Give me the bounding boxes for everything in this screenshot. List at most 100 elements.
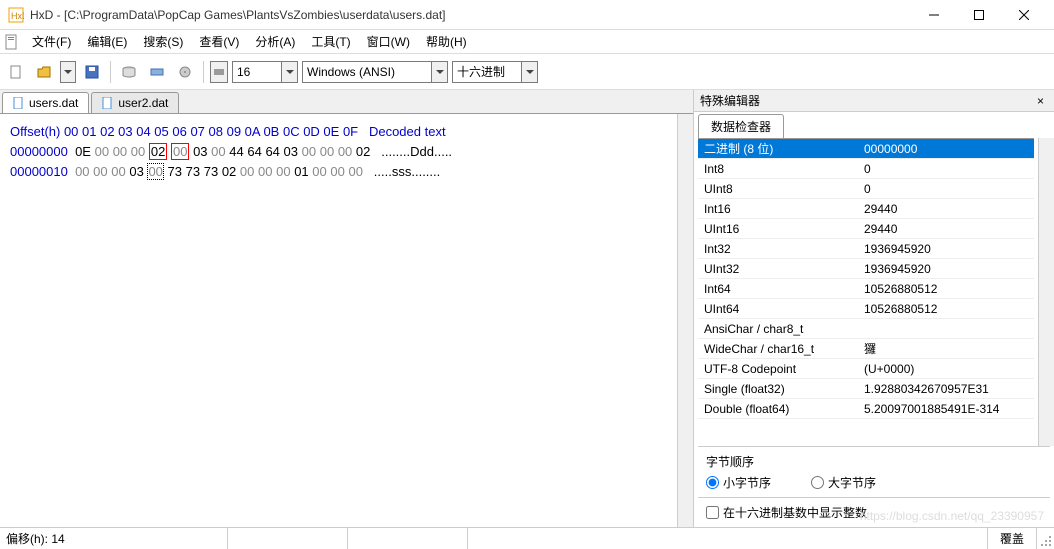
minimize-button[interactable] (911, 1, 956, 29)
status-offset: 偏移(h): 14 (0, 530, 227, 547)
inspector-key: Int16 (698, 202, 858, 216)
inspector-key: UInt64 (698, 302, 858, 316)
little-endian-radio[interactable]: 小字节序 (706, 474, 771, 491)
base-select[interactable] (452, 61, 522, 83)
inspector-row[interactable]: AnsiChar / char8_t (698, 319, 1034, 339)
inspector-row[interactable]: UInt321936945920 (698, 259, 1034, 279)
menubar: 文件(F) 编辑(E) 搜索(S) 查看(V) 分析(A) 工具(T) 窗口(W… (0, 30, 1054, 54)
hex-display-check[interactable]: 在十六进制基数中显示整数 (698, 497, 1050, 527)
inspector-key: Double (float64) (698, 402, 858, 416)
data-inspector-table[interactable]: 二进制 (8 位)00000000Int80UInt80Int1629440UI… (698, 138, 1034, 446)
new-button[interactable] (4, 60, 28, 84)
inspector-key: AnsiChar / char8_t (698, 322, 858, 336)
inspector-row[interactable]: Int80 (698, 159, 1034, 179)
ram-button[interactable] (145, 60, 169, 84)
separator (203, 61, 204, 83)
inspector-value: (U+0000) (858, 362, 1034, 376)
inspector-value: 0 (858, 182, 1034, 196)
maximize-button[interactable] (956, 1, 1001, 29)
close-button[interactable] (1001, 1, 1046, 29)
save-button[interactable] (80, 60, 104, 84)
inspector-key: Int8 (698, 162, 858, 176)
inspector-value: 10526880512 (858, 302, 1034, 316)
inspector-panel: 特殊编辑器 × 数据检查器 二进制 (8 位)00000000Int80UInt… (694, 90, 1054, 527)
inspector-row[interactable]: UTF-8 Codepoint (U+0000) (698, 359, 1034, 379)
big-endian-radio[interactable]: 大字节序 (811, 474, 876, 491)
inspector-key: WideChar / char16_t (698, 342, 858, 356)
menu-help[interactable]: 帮助(H) (418, 31, 475, 52)
hex-view[interactable]: Offset(h) 00 01 02 03 04 05 06 07 08 09 … (0, 114, 693, 527)
status-overwrite: 覆盖 (987, 528, 1036, 549)
doc-icon (4, 34, 20, 50)
content-area: users.dat user2.dat Offset(h) 00 01 02 0… (0, 90, 1054, 527)
encoding-select[interactable] (302, 61, 432, 83)
panel-tabs: 数据检查器 (694, 112, 1054, 138)
inspector-value: 29440 (858, 202, 1034, 216)
inspector-row[interactable]: Int321936945920 (698, 239, 1034, 259)
open-dropdown[interactable] (60, 61, 76, 83)
window-buttons (911, 1, 1046, 29)
hex-row[interactable]: 00000000 0E 00 00 00 02 00 03 00 44 64 6… (10, 142, 683, 162)
hex-display-label: 在十六进制基数中显示整数 (723, 504, 867, 521)
file-tabbar: users.dat user2.dat (0, 90, 693, 114)
menu-edit[interactable]: 编辑(E) (79, 31, 135, 52)
inspector-key: 二进制 (8 位) (698, 140, 858, 157)
tab-user2-dat[interactable]: user2.dat (91, 92, 179, 113)
inspector-row[interactable]: WideChar / char16_t玀 (698, 339, 1034, 359)
panel-titlebar: 特殊编辑器 × (694, 90, 1054, 112)
inspector-key: Int64 (698, 282, 858, 296)
menu-window[interactable]: 窗口(W) (359, 31, 418, 52)
inspector-value: 29440 (858, 222, 1034, 236)
hex-row[interactable]: 00000010 00 00 00 03 00 73 73 73 02 00 0… (10, 162, 683, 182)
inspector-row[interactable]: UInt80 (698, 179, 1034, 199)
inspector-key: Single (float32) (698, 382, 858, 396)
inspector-row[interactable]: UInt6410526880512 (698, 299, 1034, 319)
menu-view[interactable]: 查看(V) (191, 31, 247, 52)
inspector-value: 10526880512 (858, 282, 1034, 296)
status-empty-2 (347, 528, 467, 549)
disk-button[interactable] (117, 60, 141, 84)
separator (110, 61, 111, 83)
inspector-row[interactable]: Int1629440 (698, 199, 1034, 219)
panel-close-button[interactable]: × (1033, 94, 1048, 108)
inspector-key: UTF-8 Codepoint (698, 362, 858, 376)
menu-file[interactable]: 文件(F) (24, 31, 79, 52)
inspector-key: UInt16 (698, 222, 858, 236)
window-title: HxD - [C:\ProgramData\PopCap Games\Plant… (30, 8, 911, 22)
inspector-key: Int32 (698, 242, 858, 256)
inspector-row[interactable]: UInt1629440 (698, 219, 1034, 239)
menu-search[interactable]: 搜索(S) (135, 31, 191, 52)
inspector-key: UInt8 (698, 182, 858, 196)
panel-title-text: 特殊编辑器 (700, 92, 760, 109)
svg-text:HxD: HxD (11, 11, 24, 21)
titlebar: HxD HxD - [C:\ProgramData\PopCap Games\P… (0, 0, 1054, 30)
bytes-per-row-input[interactable] (232, 61, 282, 83)
tab-label: user2.dat (118, 96, 168, 110)
inspector-row[interactable]: Single (float32)1.92880342670957E31 (698, 379, 1034, 399)
tab-users-dat[interactable]: users.dat (2, 92, 89, 113)
base-dropdown[interactable] (522, 61, 538, 83)
menu-tool[interactable]: 工具(T) (303, 31, 358, 52)
hex-display-checkbox[interactable] (706, 506, 719, 519)
inspector-row[interactable]: Int6410526880512 (698, 279, 1034, 299)
hex-panel: users.dat user2.dat Offset(h) 00 01 02 0… (0, 90, 694, 527)
encoding-dropdown[interactable] (432, 61, 448, 83)
width-mode-dropdown[interactable] (210, 61, 228, 83)
inspector-value: 玀 (858, 340, 1034, 357)
byte-order-group: 字节顺序 小字节序 大字节序 (698, 446, 1050, 497)
file-icon (102, 97, 114, 109)
tab-data-inspector[interactable]: 数据检查器 (698, 114, 784, 138)
open-button[interactable] (32, 60, 56, 84)
inspector-key: UInt32 (698, 262, 858, 276)
bytes-per-row-dropdown[interactable] (282, 61, 298, 83)
inspector-row[interactable]: Double (float64)5.20097001885491E-314 (698, 399, 1034, 419)
scrollbar-vertical[interactable] (677, 114, 693, 527)
resize-grip[interactable] (1036, 528, 1054, 549)
byte-order-label: 字节顺序 (706, 453, 1042, 470)
scrollbar-vertical[interactable] (1038, 138, 1054, 446)
menu-analyze[interactable]: 分析(A) (247, 31, 303, 52)
process-button[interactable] (173, 60, 197, 84)
inspector-row[interactable]: 二进制 (8 位)00000000 (698, 139, 1034, 159)
toolbar (0, 54, 1054, 90)
inspector-value: 00000000 (858, 142, 1034, 156)
